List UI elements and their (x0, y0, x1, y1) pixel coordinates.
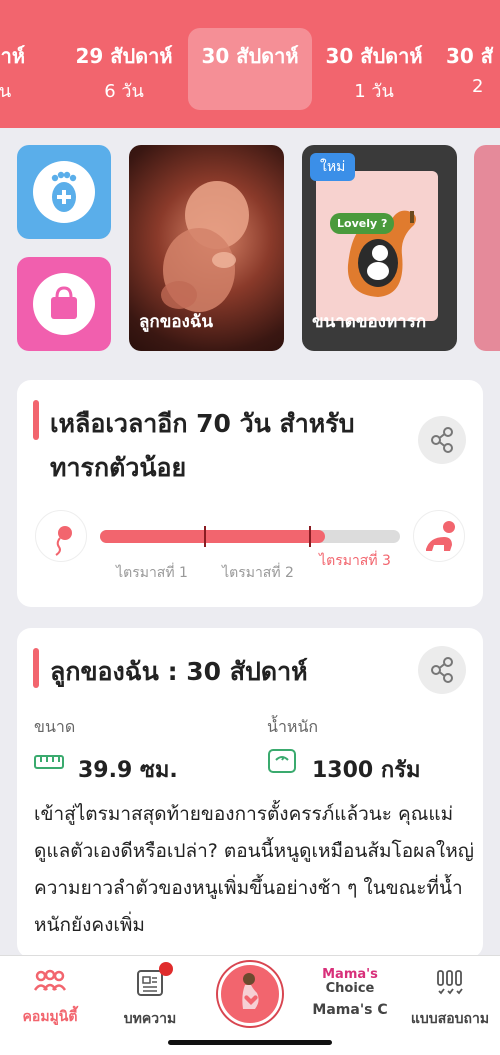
survey-icon (437, 970, 463, 995)
countdown-card: เหลือเวลาอีก 70 วัน สำหรับทารกตัวน้อย ไต… (17, 380, 483, 607)
trimester-tick (204, 526, 206, 547)
week-label: 30 สัปดาห์ (325, 44, 423, 68)
home-indicator (168, 1040, 332, 1045)
my-baby-label: ลูกของฉัน (139, 312, 214, 332)
lovely-speech-bubble: Lovely ? (330, 213, 395, 234)
baby-description: เข้าสู่ไตรมาสสุดท้ายของการตั้งครรภ์แล้วน… (34, 803, 474, 936)
kick-counter-tile[interactable] (17, 145, 111, 239)
week-item[interactable]: 30 สัปดาห์ 1 วัน (312, 28, 436, 110)
new-badge: ใหม่ (310, 153, 356, 181)
nav-pregnancy-home[interactable] (218, 962, 282, 1026)
week-item-selected[interactable]: 30 สัปดาห์ (188, 28, 312, 110)
nav-articles[interactable]: บทความ (100, 962, 200, 1030)
week-item[interactable]: ปดาห์ วัน (0, 28, 62, 110)
baby-size-label: ขนาดของทารก (312, 312, 427, 332)
week-item[interactable]: 29 สัปดาห์ 6 วัน (62, 28, 186, 110)
community-icon (33, 969, 67, 991)
pregnancy-progress-bar (100, 526, 400, 547)
day-label: 2 (472, 76, 484, 97)
nav-community[interactable]: คอมมูนิตี้ (0, 968, 100, 1028)
nav-mamas-choice-label: Mama's C (312, 1002, 388, 1018)
baby-info-card: ลูกของฉัน : 30 สัปดาห์ ขนาด 39.9 ซม. น้ำ… (17, 628, 483, 958)
pregnant-mother-icon (242, 973, 259, 1009)
nav-mamas-choice[interactable]: Mama's Choice Mama's C (300, 968, 400, 1019)
day-label: วัน (0, 81, 12, 102)
mamas-choice-logo: Mama's Choice (300, 968, 400, 996)
next-card-peek[interactable] (474, 145, 500, 351)
week-label: ปดาห์ (0, 44, 26, 68)
week-label: 30 สั (446, 44, 494, 68)
baby-week-title: ลูกของฉัน : 30 สัปดาห์ (50, 657, 308, 686)
crawling-baby-icon (413, 510, 465, 562)
week-item[interactable]: 30 สั 2 (432, 28, 500, 110)
progress-fill (100, 530, 325, 543)
accent-bar (33, 648, 39, 688)
week-selector[interactable]: ปดาห์ วัน 29 สัปดาห์ 6 วัน 30 สัปดาห์ 30… (0, 0, 500, 128)
accent-bar (33, 400, 39, 440)
day-label: 6 วัน (104, 81, 144, 102)
trimester-3-label: ไตรมาสที่ 3 (319, 553, 391, 569)
trimester-tick (309, 526, 311, 547)
trimester-1-label: ไตรมาสที่ 1 (116, 565, 188, 581)
size-value: 39.9 ซม. (78, 758, 178, 783)
sperm-icon (35, 510, 87, 562)
baby-size-card[interactable]: Lovely ? ใหม่ ขนาดของทารก (302, 145, 457, 351)
share-icon (431, 657, 453, 683)
nav-survey[interactable]: แบบสอบถาม (400, 968, 500, 1030)
share-button[interactable] (418, 416, 466, 464)
mamas-choice-logo-line-1: Mama's (322, 967, 378, 982)
footprint-icon (33, 161, 95, 223)
day-label: 1 วัน (354, 81, 394, 102)
shopping-bag-icon (33, 273, 95, 335)
week-label: 29 สัปดาห์ (75, 44, 173, 68)
mamas-choice-logo-line-2: Choice (325, 981, 375, 996)
week-label: 30 สัปดาห์ (201, 44, 299, 68)
weight-label: น้ำหนัก (267, 717, 319, 736)
notification-dot (159, 962, 173, 976)
nav-community-label: คอมมูนิตี้ (22, 1009, 78, 1025)
my-baby-card[interactable]: ลูกของฉัน (129, 145, 284, 351)
trimester-2-label: ไตรมาสที่ 2 (222, 565, 294, 581)
share-icon (431, 427, 453, 453)
weight-value: 1300 กรัม (312, 758, 421, 783)
scale-icon (267, 748, 297, 778)
size-label: ขนาด (34, 717, 76, 736)
countdown-title: เหลือเวลาอีก 70 วัน สำหรับทารกตัวน้อย (50, 409, 355, 482)
ruler-icon (34, 752, 64, 776)
shopping-tile[interactable] (17, 257, 111, 351)
nav-articles-label: บทความ (123, 1011, 177, 1027)
share-button[interactable] (418, 646, 466, 694)
nav-survey-label: แบบสอบถาม (410, 1011, 490, 1027)
